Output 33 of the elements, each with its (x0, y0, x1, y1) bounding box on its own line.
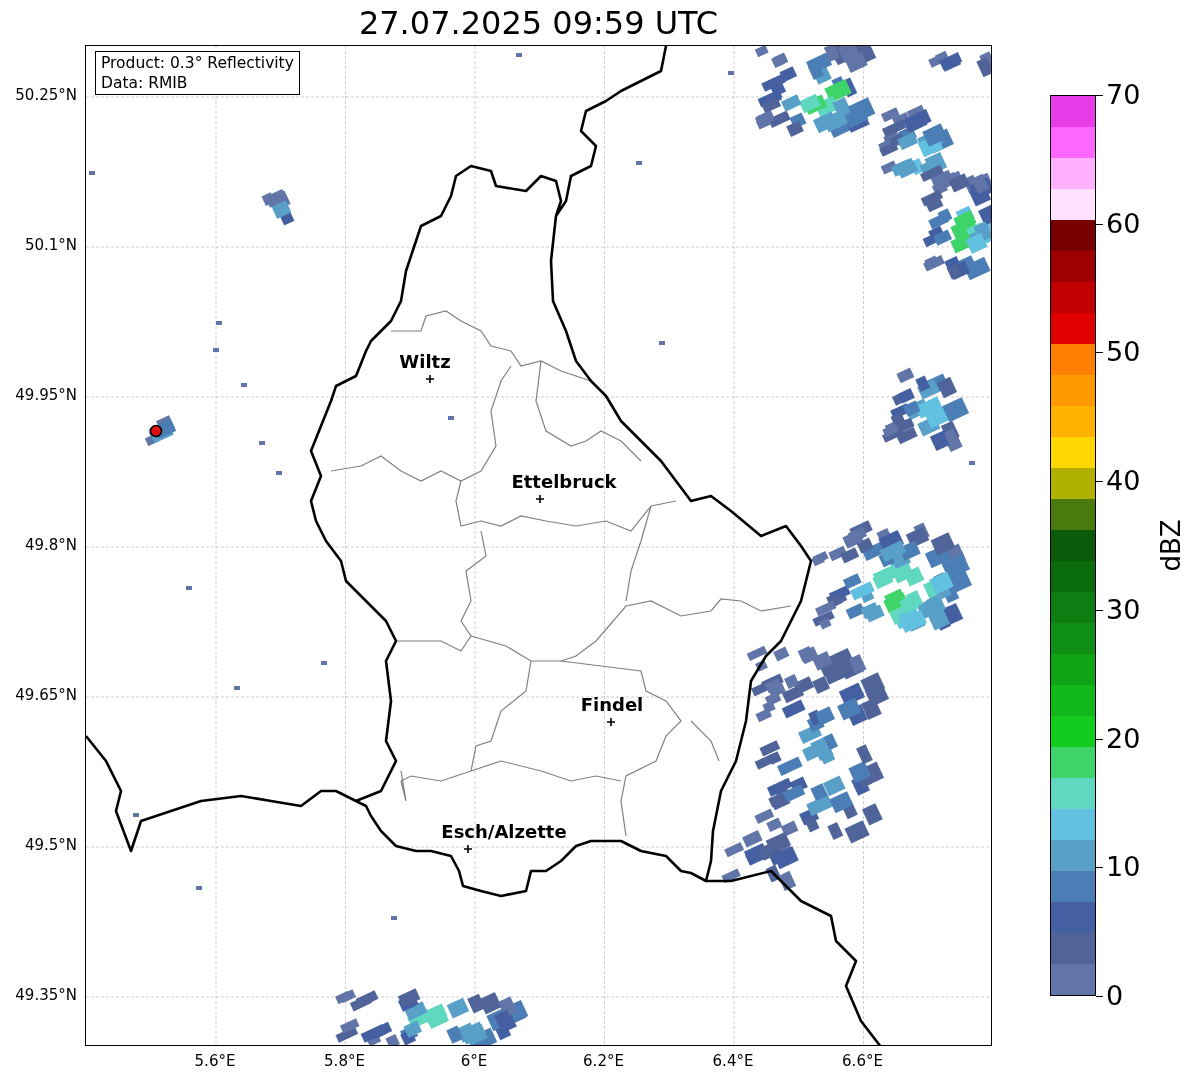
longitude-label: 6.2°E (583, 1054, 624, 1069)
chart-title: 27.07.2025 09:59 UTC (358, 6, 719, 39)
latitude-label: 49.8°N (24, 538, 77, 553)
colorbar-label: dBZ (1154, 519, 1184, 572)
city-marker-icon (535, 494, 545, 504)
info-box: Product: 0.3° Reflectivity Data: RMIB (95, 51, 300, 95)
colorbar-tick-label: 60 (1106, 209, 1141, 237)
latitude-label: 49.95°N (15, 388, 77, 403)
colorbar-tick-label: 20 (1106, 724, 1141, 752)
city-label: Ettelbruck (511, 473, 617, 491)
city-label: Wiltz (399, 353, 451, 371)
colorbar-tick-label: 40 (1106, 467, 1141, 495)
latitude-label: 50.25°N (15, 88, 77, 103)
colorbar-tick-label: 70 (1106, 81, 1141, 108)
longitude-label: 5.8°E (324, 1054, 365, 1069)
longitude-label: 6.6°E (842, 1054, 883, 1069)
radar-site-icon (149, 424, 163, 438)
city-marker-icon (463, 844, 473, 854)
latitude-label: 50.1°N (24, 238, 77, 253)
colorbar-tick-label: 30 (1106, 595, 1141, 623)
latitude-label: 49.35°N (15, 988, 77, 1003)
longitude-label: 6.4°E (712, 1054, 754, 1069)
colorbar-tick-label: 50 (1106, 338, 1141, 366)
city-marker-icon (606, 717, 616, 727)
longitude-label: 6°E (460, 1054, 488, 1069)
latitude-label: 49.5°N (24, 838, 77, 853)
city-marker-icon (425, 374, 435, 384)
city-label: Findel (580, 696, 644, 714)
longitude-label: 5.6°E (194, 1054, 236, 1069)
colorbar-tick-label: 0 (1106, 982, 1124, 1009)
latitude-label: 49.65°N (15, 688, 77, 703)
colorbar-tick-label: 10 (1106, 853, 1141, 881)
city-label: Esch/Alzette (441, 823, 567, 841)
